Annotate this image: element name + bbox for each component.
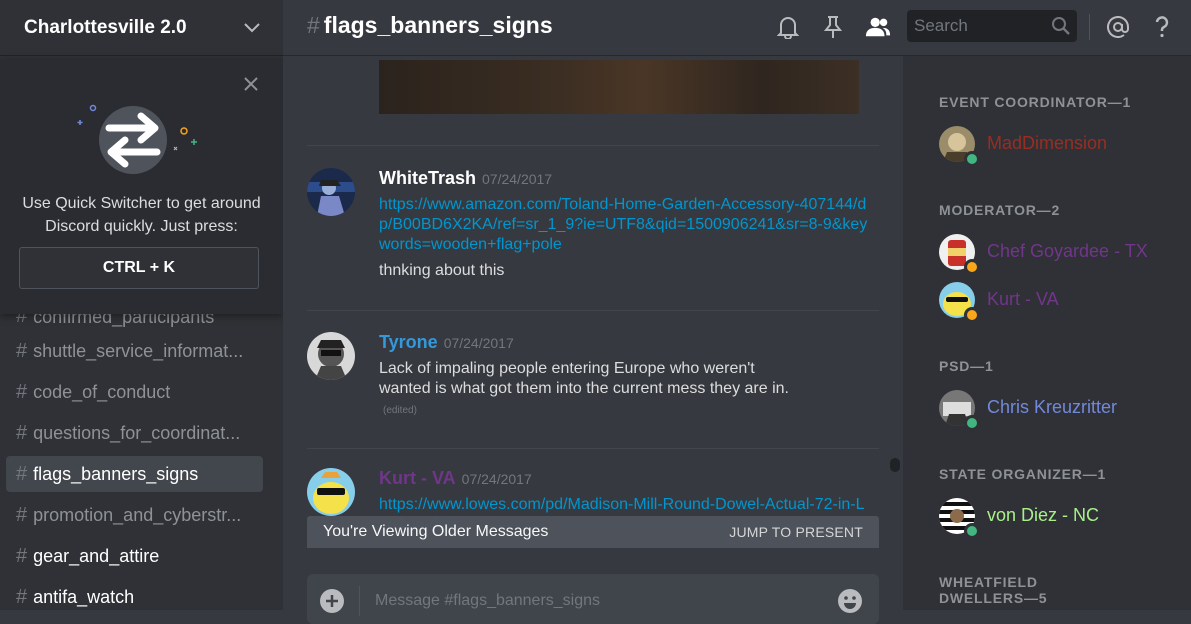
online-status-icon <box>964 523 980 539</box>
online-status-icon <box>964 415 980 431</box>
channel-label: antifa_watch <box>33 586 135 607</box>
older-messages-bar[interactable]: You're Viewing Older Messages JUMP TO PR… <box>307 516 879 548</box>
avatar[interactable] <box>307 468 355 516</box>
channel-label: flags_banners_signs <box>33 463 199 484</box>
member-name: Kurt - VA <box>987 289 1059 309</box>
channel-header: # flags_banners_signs Search <box>283 0 1191 56</box>
composer-divider <box>359 586 360 616</box>
member-name: Chris Kreuzritter <box>987 397 1118 417</box>
upload-plus-icon[interactable] <box>319 588 345 614</box>
hash-icon: # <box>16 585 28 608</box>
avatar[interactable] <box>307 332 355 380</box>
search-icon <box>1051 16 1071 41</box>
channel-name: flags_banners_signs <box>323 12 553 38</box>
channel-label: code_of_conduct <box>33 381 171 402</box>
online-status-icon <box>964 151 980 167</box>
channel-hash: # <box>307 12 320 38</box>
message-author[interactable]: WhiteTrash <box>379 168 476 188</box>
pin-icon[interactable] <box>820 14 846 40</box>
channel-list: # confirmed_participants # shuttle_servi… <box>0 296 283 610</box>
jump-to-present-button[interactable]: JUMP TO PRESENT <box>729 524 863 540</box>
hash-icon: # <box>16 380 28 403</box>
message-item: Tyrone 07/24/2017 Lack of impaling people… <box>307 332 879 452</box>
member-list: EVENT COORDINATOR—1 MadDimension MODERAT… <box>903 56 1191 610</box>
member-item[interactable]: MadDimension <box>939 126 1179 167</box>
server-header[interactable]: Charlottesville 2.0 <box>0 0 283 56</box>
search-input[interactable]: Search <box>907 10 1077 42</box>
message-author[interactable]: Tyrone <box>379 332 438 352</box>
channel-questions[interactable]: # questions_for_coordinat... <box>6 415 263 451</box>
member-name: Chef Goyardee - TX <box>987 241 1148 261</box>
member-item[interactable]: von Diez - NC <box>939 498 1179 539</box>
channel-label: gear_and_attire <box>33 545 160 566</box>
members-icon[interactable] <box>865 14 891 40</box>
toolbar-divider <box>1089 14 1090 40</box>
message-item: WhiteTrash 07/24/2017 https://www.amazon.… <box>307 168 879 308</box>
channel-sidebar: Charlottesville 2.0 # confirmed_particip… <box>0 0 283 610</box>
idle-status-icon <box>964 307 980 323</box>
quick-switcher-icon <box>75 100 205 180</box>
message-divider <box>307 310 879 311</box>
channel-flags-banners-signs[interactable]: # flags_banners_signs <box>6 456 263 492</box>
avatar[interactable] <box>307 168 355 216</box>
channel-title: # flags_banners_signs <box>307 12 553 39</box>
channel-label: questions_for_coordinat... <box>33 422 241 443</box>
chevron-down-icon[interactable] <box>243 19 261 37</box>
role-header: PSD—1 <box>939 358 994 374</box>
message-text: thnking about this <box>379 262 505 279</box>
message-composer: Message #flags_banners_signs <box>307 574 879 624</box>
emoji-icon[interactable] <box>837 588 863 614</box>
message-divider <box>307 145 879 146</box>
member-name: von Diez - NC <box>987 505 1100 525</box>
role-header: EVENT COORDINATOR—1 <box>939 94 1132 110</box>
quick-switcher-tip: Use Quick Switcher to get around Discord… <box>0 60 283 314</box>
message-input[interactable]: Message #flags_banners_signs <box>375 592 600 610</box>
message-link[interactable]: https://www.amazon.com/Toland-Home-Garde… <box>379 195 869 255</box>
channel-gear-and-attire[interactable]: # gear_and_attire <box>6 538 263 574</box>
member-item[interactable]: Chris Kreuzritter <box>939 390 1179 431</box>
hash-icon: # <box>16 339 28 362</box>
member-item[interactable]: Chef Goyardee - TX <box>939 234 1179 275</box>
help-icon[interactable] <box>1149 14 1175 40</box>
older-messages-text: You're Viewing Older Messages <box>323 523 549 540</box>
channel-code-of-conduct[interactable]: # code_of_conduct <box>6 374 263 410</box>
shortcut-key: CTRL + K <box>19 247 259 289</box>
role-header: STATE ORGANIZER—1 <box>939 466 1107 482</box>
message-timestamp: 07/24/2017 <box>482 171 553 187</box>
channel-label: promotion_and_cyberstr... <box>33 504 242 525</box>
bell-icon[interactable] <box>775 14 801 40</box>
hash-icon: # <box>16 421 28 444</box>
hash-icon: # <box>16 462 28 485</box>
role-header: MODERATOR—2 <box>939 202 1061 218</box>
message-author[interactable]: Kurt - VA <box>379 468 456 488</box>
member-item[interactable]: Kurt - VA <box>939 282 1179 323</box>
message-timestamp: 07/24/2017 <box>443 335 514 351</box>
channel-antifa-watch[interactable]: # antifa_watch <box>6 579 263 610</box>
message-body: Lack of impaling people entering Europe … <box>379 360 789 397</box>
server-name: Charlottesville 2.0 <box>24 16 187 38</box>
message-timestamp: 07/24/2017 <box>461 471 532 487</box>
hash-icon: # <box>16 544 28 567</box>
channel-shuttle-service[interactable]: # shuttle_service_informat... <box>6 333 263 369</box>
embed-image[interactable] <box>379 60 859 114</box>
mention-icon[interactable] <box>1105 14 1131 40</box>
message-text: Lack of impaling people entering Europe … <box>379 359 809 421</box>
quick-switcher-text: Use Quick Switcher to get around Discord… <box>22 195 261 235</box>
hash-icon: # <box>16 503 28 526</box>
edited-tag: (edited) <box>383 405 417 416</box>
scrollbar-thumb[interactable] <box>890 458 900 472</box>
close-icon[interactable] <box>243 76 261 94</box>
idle-status-icon <box>964 259 980 275</box>
channel-promotion[interactable]: # promotion_and_cyberstr... <box>6 497 263 533</box>
member-name: MadDimension <box>987 133 1108 153</box>
channel-label: shuttle_service_informat... <box>33 340 244 361</box>
message-divider <box>307 448 879 449</box>
search-placeholder: Search <box>914 16 968 35</box>
role-header: WHEATFIELD DWELLERS—5 <box>939 574 1048 606</box>
